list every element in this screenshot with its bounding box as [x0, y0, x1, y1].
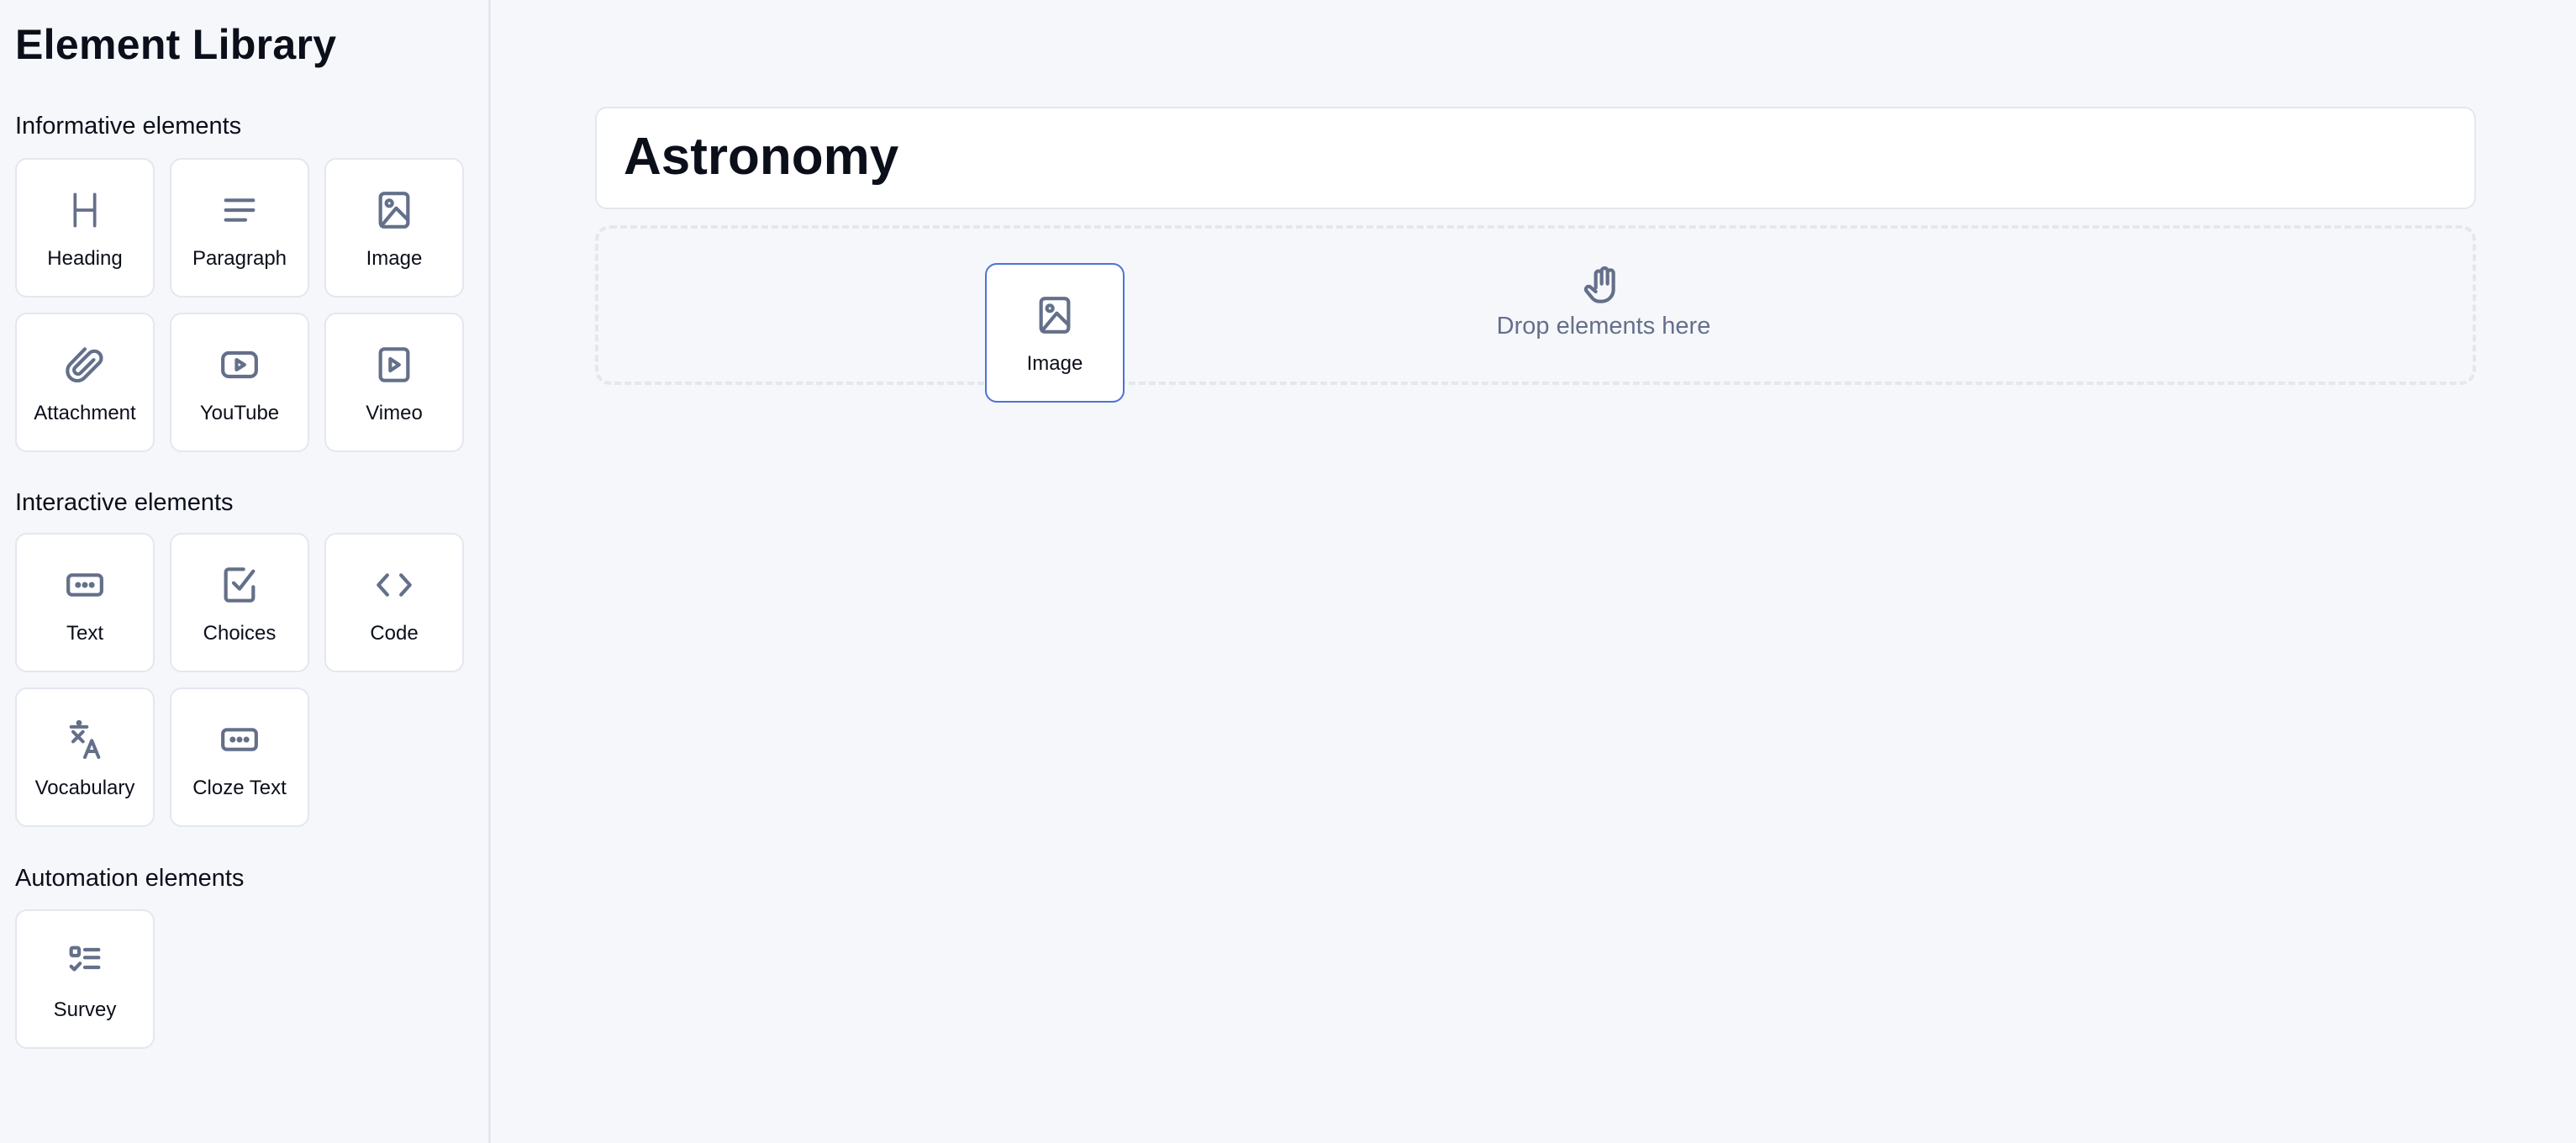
translate-icon	[69, 719, 101, 759]
section-title-informative: Informative elements	[15, 113, 242, 140]
library-item-label: Attachment	[34, 402, 136, 424]
editor-canvas: Astronomy Drop elements here Image	[491, 0, 2576, 1143]
library-item-heading[interactable]: Heading	[15, 158, 155, 298]
paperclip-icon	[66, 347, 103, 383]
library-item-label: Cloze Text	[192, 777, 287, 799]
sidebar-title: Element Library	[15, 21, 337, 68]
library-item-youtube[interactable]: YouTube	[170, 313, 309, 452]
code-icon	[377, 573, 412, 597]
image-icon	[1039, 297, 1071, 334]
library-item-label: YouTube	[199, 402, 280, 424]
hand-icon	[1583, 266, 1615, 303]
library-item-label: Image	[366, 247, 423, 270]
library-item-label: Code	[370, 622, 419, 645]
youtube-icon	[221, 350, 258, 379]
checkbox-icon	[224, 567, 255, 603]
vimeo-icon	[378, 347, 410, 382]
library-item-text[interactable]: Text	[15, 533, 155, 672]
image-icon	[378, 192, 410, 229]
library-item-label: Paragraph	[192, 247, 287, 270]
cloze-input-icon	[221, 728, 258, 751]
library-item-choices[interactable]: Choices	[170, 533, 309, 672]
paragraph-icon	[224, 198, 255, 222]
library-item-label: Choices	[203, 622, 277, 645]
library-item-label: Survey	[53, 998, 117, 1021]
library-item-paragraph[interactable]: Paragraph	[170, 158, 309, 298]
library-item-vocabulary[interactable]: Vocabulary	[15, 687, 155, 827]
page-title[interactable]: Astronomy	[624, 127, 898, 187]
drop-hint: Drop elements here	[1393, 262, 1814, 340]
element-library-sidebar: Element Library Informative elements Hea…	[0, 0, 491, 1143]
library-item-label: Vimeo	[366, 402, 423, 424]
text-input-icon	[66, 573, 103, 597]
library-item-attachment[interactable]: Attachment	[15, 313, 155, 452]
section-title-interactive: Interactive elements	[15, 489, 234, 516]
library-item-label: Text	[66, 622, 103, 645]
library-item-code[interactable]: Code	[324, 533, 464, 672]
library-item-label: Heading	[47, 247, 123, 270]
heading-icon	[73, 192, 97, 228]
section-title-automation: Automation elements	[15, 865, 245, 892]
dragged-image-element[interactable]: Image	[985, 263, 1125, 403]
dragged-item-label: Image	[1026, 352, 1083, 375]
survey-list-icon	[69, 945, 101, 972]
library-item-label: Vocabulary	[34, 777, 135, 799]
library-item-cloze-text[interactable]: Cloze Text	[170, 687, 309, 827]
page-title-card[interactable]: Astronomy	[595, 107, 2476, 209]
library-item-survey[interactable]: Survey	[15, 909, 155, 1049]
library-item-vimeo[interactable]: Vimeo	[324, 313, 464, 452]
library-item-image[interactable]: Image	[324, 158, 464, 298]
drop-hint-text: Drop elements here	[1496, 313, 1711, 340]
